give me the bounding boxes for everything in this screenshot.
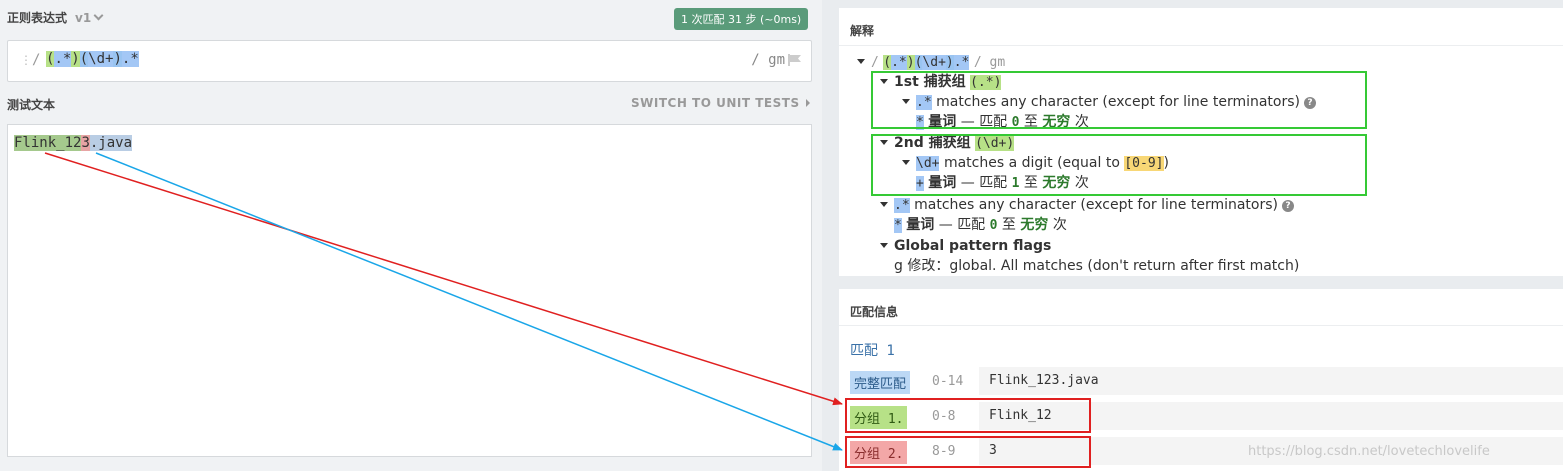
editor-pane: 正则表达式 v1 1 次匹配 31 步 (~0ms) ⋮ / (.*)(\d+).… <box>0 0 822 471</box>
divider <box>839 45 1563 46</box>
switch-to-unit-tests-button[interactable]: SWITCH TO UNIT TESTS <box>631 96 810 110</box>
flag-icon[interactable] <box>788 54 802 66</box>
divider <box>839 325 1563 326</box>
collapse-triangle-icon[interactable] <box>857 59 865 64</box>
drag-handle-icon[interactable]: ⋮ <box>20 53 32 67</box>
help-icon[interactable]: ? <box>1282 200 1294 212</box>
match-label: 匹配 1 <box>850 343 895 359</box>
collapse-triangle-icon[interactable] <box>880 202 888 207</box>
tree-trailing-quantifier: * 量词 — 匹配 0 至 无穷 次 <box>894 217 1067 233</box>
sidebar: 解释 / (.*)(\d+).* / gm 1st 捕获组 (.*) .* ma… <box>822 0 1563 471</box>
regex-flags[interactable]: / gm <box>751 52 785 68</box>
explanation-title: 解释 <box>850 24 875 38</box>
match-group-1-highlight: Flink_12 <box>14 135 82 151</box>
test-string-text[interactable]: Flink_123.java <box>14 135 133 151</box>
annotation-box-group-1 <box>871 71 1367 129</box>
regex-header: 正则表达式 v1 <box>7 9 104 26</box>
match-group-2-highlight: 3 <box>81 135 90 151</box>
match-rest-highlight: .java <box>89 135 133 151</box>
match-info-title: 匹配信息 <box>850 305 899 319</box>
regex-input[interactable]: ⋮ / (.*)(\d+).* / gm <box>7 40 812 82</box>
regex-delimiter-left: / <box>32 52 41 68</box>
annotation-box-group-2-row <box>845 436 1091 468</box>
test-string-input[interactable]: Flink_123.java <box>7 124 812 457</box>
test-string-header: 测试文本 <box>7 98 56 112</box>
chevron-right-icon <box>805 99 810 107</box>
regex-expression[interactable]: (.*)(\d+).* <box>46 51 139 67</box>
match-row-full[interactable]: 完整匹配 0-14 Flink_123.java <box>850 367 1563 395</box>
tree-root[interactable]: / (.*)(\d+).* / gm <box>857 52 1005 73</box>
match-status-badge: 1 次匹配 31 步 (~0ms) <box>674 8 809 30</box>
annotation-box-group-2 <box>871 134 1367 196</box>
watermark: https://blog.csdn.net/lovetechlovelife <box>1248 444 1490 459</box>
annotation-box-group-1-row <box>845 398 1091 433</box>
explanation-panel: 解释 / (.*)(\d+).* / gm 1st 捕获组 (.*) .* ma… <box>839 8 1563 276</box>
tree-flag-g: g 修改：global. All matches (don't return a… <box>894 258 1300 274</box>
tree-global-flags[interactable]: Global pattern flags <box>880 236 1051 256</box>
collapse-triangle-icon[interactable] <box>880 243 888 248</box>
chevron-down-icon[interactable] <box>93 10 104 21</box>
version-select[interactable]: v1 <box>75 11 91 25</box>
tree-trailing-dotstar[interactable]: .* matches any character (except for lin… <box>880 195 1294 216</box>
